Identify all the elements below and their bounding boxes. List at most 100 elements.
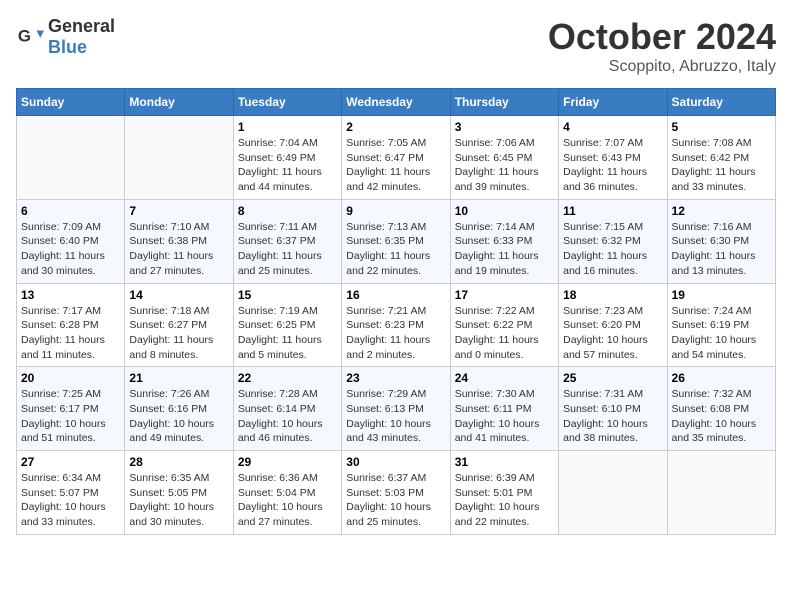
day-info: Sunrise: 7:30 AM Sunset: 6:11 PM Dayligh… — [455, 387, 554, 446]
day-number: 1 — [238, 120, 337, 134]
calendar-cell: 30Sunrise: 6:37 AM Sunset: 5:03 PM Dayli… — [342, 451, 450, 535]
day-info: Sunrise: 6:34 AM Sunset: 5:07 PM Dayligh… — [21, 471, 120, 530]
day-info: Sunrise: 7:11 AM Sunset: 6:37 PM Dayligh… — [238, 220, 337, 279]
location-title: Scoppito, Abruzzo, Italy — [548, 58, 776, 76]
calendar-cell: 18 Sunrise: 7:23 AM Sunset: 6:20 PM Dayli… — [559, 283, 667, 367]
day-number: 11 — [563, 204, 662, 218]
day-number: 19 — [672, 288, 771, 302]
day-info: Sunrise: 7:31 AM Sunset: 6:10 PM Dayligh… — [563, 387, 662, 446]
logo-icon: G — [16, 23, 44, 51]
calendar-cell: 14 Sunrise: 7:18 AM Sunset: 6:27 PM Dayli… — [125, 283, 233, 367]
day-number: 23 — [346, 371, 445, 385]
calendar-cell — [559, 451, 667, 535]
day-info: Sunrise: 7:15 AM Sunset: 6:32 PM Dayligh… — [563, 220, 662, 279]
calendar-week-4: 20 Sunrise: 7:25 AM Sunset: 6:17 PM Dayli… — [17, 367, 776, 451]
day-info: Sunrise: 7:09 AM Sunset: 6:40 PM Dayligh… — [21, 220, 120, 279]
calendar-cell: 8 Sunrise: 7:11 AM Sunset: 6:37 PM Daylig… — [233, 199, 341, 283]
day-number: 15 — [238, 288, 337, 302]
calendar-cell: 29 Sunrise: 6:36 AM Sunset: 5:04 PM Dayli… — [233, 451, 341, 535]
calendar-week-2: 6 Sunrise: 7:09 AM Sunset: 6:40 PM Daylig… — [17, 199, 776, 283]
calendar-table: SundayMondayTuesdayWednesdayThursdayFrid… — [16, 88, 776, 535]
calendar-cell: 31 Sunrise: 6:39 AM Sunset: 5:01 PM Dayli… — [450, 451, 558, 535]
calendar-cell — [125, 116, 233, 200]
day-info: Sunrise: 7:29 AM Sunset: 6:13 PM Dayligh… — [346, 387, 445, 446]
calendar-cell: 24 Sunrise: 7:30 AM Sunset: 6:11 PM Dayli… — [450, 367, 558, 451]
day-header-saturday: Saturday — [667, 89, 775, 116]
month-title: October 2024 — [548, 16, 776, 58]
day-number: 18 — [563, 288, 662, 302]
calendar-week-1: 1Sunrise: 7:04 AM Sunset: 6:49 PM Daylig… — [17, 116, 776, 200]
day-number: 8 — [238, 204, 337, 218]
day-number: 29 — [238, 455, 337, 469]
calendar-cell: 27 Sunrise: 6:34 AM Sunset: 5:07 PM Dayli… — [17, 451, 125, 535]
day-header-wednesday: Wednesday — [342, 89, 450, 116]
day-header-monday: Monday — [125, 89, 233, 116]
day-info: Sunrise: 7:13 AM Sunset: 6:35 PM Dayligh… — [346, 220, 445, 279]
title-block: October 2024 Scoppito, Abruzzo, Italy — [548, 16, 776, 76]
calendar-cell: 16Sunrise: 7:21 AM Sunset: 6:23 PM Dayli… — [342, 283, 450, 367]
day-info: Sunrise: 7:22 AM Sunset: 6:22 PM Dayligh… — [455, 304, 554, 363]
day-info: Sunrise: 7:28 AM Sunset: 6:14 PM Dayligh… — [238, 387, 337, 446]
day-info: Sunrise: 7:25 AM Sunset: 6:17 PM Dayligh… — [21, 387, 120, 446]
calendar-cell: 13Sunrise: 7:17 AM Sunset: 6:28 PM Dayli… — [17, 283, 125, 367]
day-number: 3 — [455, 120, 554, 134]
day-info: Sunrise: 6:36 AM Sunset: 5:04 PM Dayligh… — [238, 471, 337, 530]
calendar-cell: 20 Sunrise: 7:25 AM Sunset: 6:17 PM Dayli… — [17, 367, 125, 451]
day-number: 24 — [455, 371, 554, 385]
day-number: 6 — [21, 204, 120, 218]
calendar-cell: 11 Sunrise: 7:15 AM Sunset: 6:32 PM Dayli… — [559, 199, 667, 283]
day-info: Sunrise: 7:18 AM Sunset: 6:27 PM Dayligh… — [129, 304, 228, 363]
day-header-tuesday: Tuesday — [233, 89, 341, 116]
day-header-friday: Friday — [559, 89, 667, 116]
day-number: 20 — [21, 371, 120, 385]
calendar-cell: 26 Sunrise: 7:32 AM Sunset: 6:08 PM Dayli… — [667, 367, 775, 451]
logo-general-text: General — [48, 16, 115, 36]
day-number: 28 — [129, 455, 228, 469]
day-info: Sunrise: 7:26 AM Sunset: 6:16 PM Dayligh… — [129, 387, 228, 446]
day-info: Sunrise: 7:08 AM Sunset: 6:42 PM Dayligh… — [672, 136, 771, 195]
day-number: 21 — [129, 371, 228, 385]
day-info: Sunrise: 7:16 AM Sunset: 6:30 PM Dayligh… — [672, 220, 771, 279]
day-number: 17 — [455, 288, 554, 302]
day-number: 2 — [346, 120, 445, 134]
calendar-cell: 12 Sunrise: 7:16 AM Sunset: 6:30 PM Dayli… — [667, 199, 775, 283]
calendar-cell — [667, 451, 775, 535]
day-number: 25 — [563, 371, 662, 385]
day-number: 10 — [455, 204, 554, 218]
day-info: Sunrise: 7:23 AM Sunset: 6:20 PM Dayligh… — [563, 304, 662, 363]
day-info: Sunrise: 7:24 AM Sunset: 6:19 PM Dayligh… — [672, 304, 771, 363]
day-number: 12 — [672, 204, 771, 218]
day-info: Sunrise: 7:32 AM Sunset: 6:08 PM Dayligh… — [672, 387, 771, 446]
calendar-cell: 2 Sunrise: 7:05 AM Sunset: 6:47 PM Daylig… — [342, 116, 450, 200]
calendar-cell: 4Sunrise: 7:07 AM Sunset: 6:43 PM Daylig… — [559, 116, 667, 200]
calendar-cell: 22 Sunrise: 7:28 AM Sunset: 6:14 PM Dayli… — [233, 367, 341, 451]
logo: G General Blue — [16, 16, 115, 58]
page-header: G General Blue October 2024 Scoppito, Ab… — [16, 16, 776, 76]
calendar-cell: 9 Sunrise: 7:13 AM Sunset: 6:35 PM Daylig… — [342, 199, 450, 283]
day-info: Sunrise: 7:14 AM Sunset: 6:33 PM Dayligh… — [455, 220, 554, 279]
day-number: 14 — [129, 288, 228, 302]
day-number: 30 — [346, 455, 445, 469]
calendar-cell — [17, 116, 125, 200]
day-info: Sunrise: 6:35 AM Sunset: 5:05 PM Dayligh… — [129, 471, 228, 530]
day-number: 4 — [563, 120, 662, 134]
calendar-cell: 15 Sunrise: 7:19 AM Sunset: 6:25 PM Dayli… — [233, 283, 341, 367]
calendar-cell: 1Sunrise: 7:04 AM Sunset: 6:49 PM Daylig… — [233, 116, 341, 200]
day-info: Sunrise: 7:10 AM Sunset: 6:38 PM Dayligh… — [129, 220, 228, 279]
calendar-cell: 28 Sunrise: 6:35 AM Sunset: 5:05 PM Dayli… — [125, 451, 233, 535]
day-number: 22 — [238, 371, 337, 385]
day-number: 31 — [455, 455, 554, 469]
calendar-week-5: 27 Sunrise: 6:34 AM Sunset: 5:07 PM Dayli… — [17, 451, 776, 535]
day-number: 27 — [21, 455, 120, 469]
day-number: 9 — [346, 204, 445, 218]
day-info: Sunrise: 7:21 AM Sunset: 6:23 PM Dayligh… — [346, 304, 445, 363]
day-info: Sunrise: 7:17 AM Sunset: 6:28 PM Dayligh… — [21, 304, 120, 363]
calendar-cell: 17 Sunrise: 7:22 AM Sunset: 6:22 PM Dayli… — [450, 283, 558, 367]
day-info: Sunrise: 6:39 AM Sunset: 5:01 PM Dayligh… — [455, 471, 554, 530]
day-header-thursday: Thursday — [450, 89, 558, 116]
day-number: 7 — [129, 204, 228, 218]
day-info: Sunrise: 7:05 AM Sunset: 6:47 PM Dayligh… — [346, 136, 445, 195]
calendar-cell: 5Sunrise: 7:08 AM Sunset: 6:42 PM Daylig… — [667, 116, 775, 200]
day-info: Sunrise: 7:19 AM Sunset: 6:25 PM Dayligh… — [238, 304, 337, 363]
day-number: 26 — [672, 371, 771, 385]
